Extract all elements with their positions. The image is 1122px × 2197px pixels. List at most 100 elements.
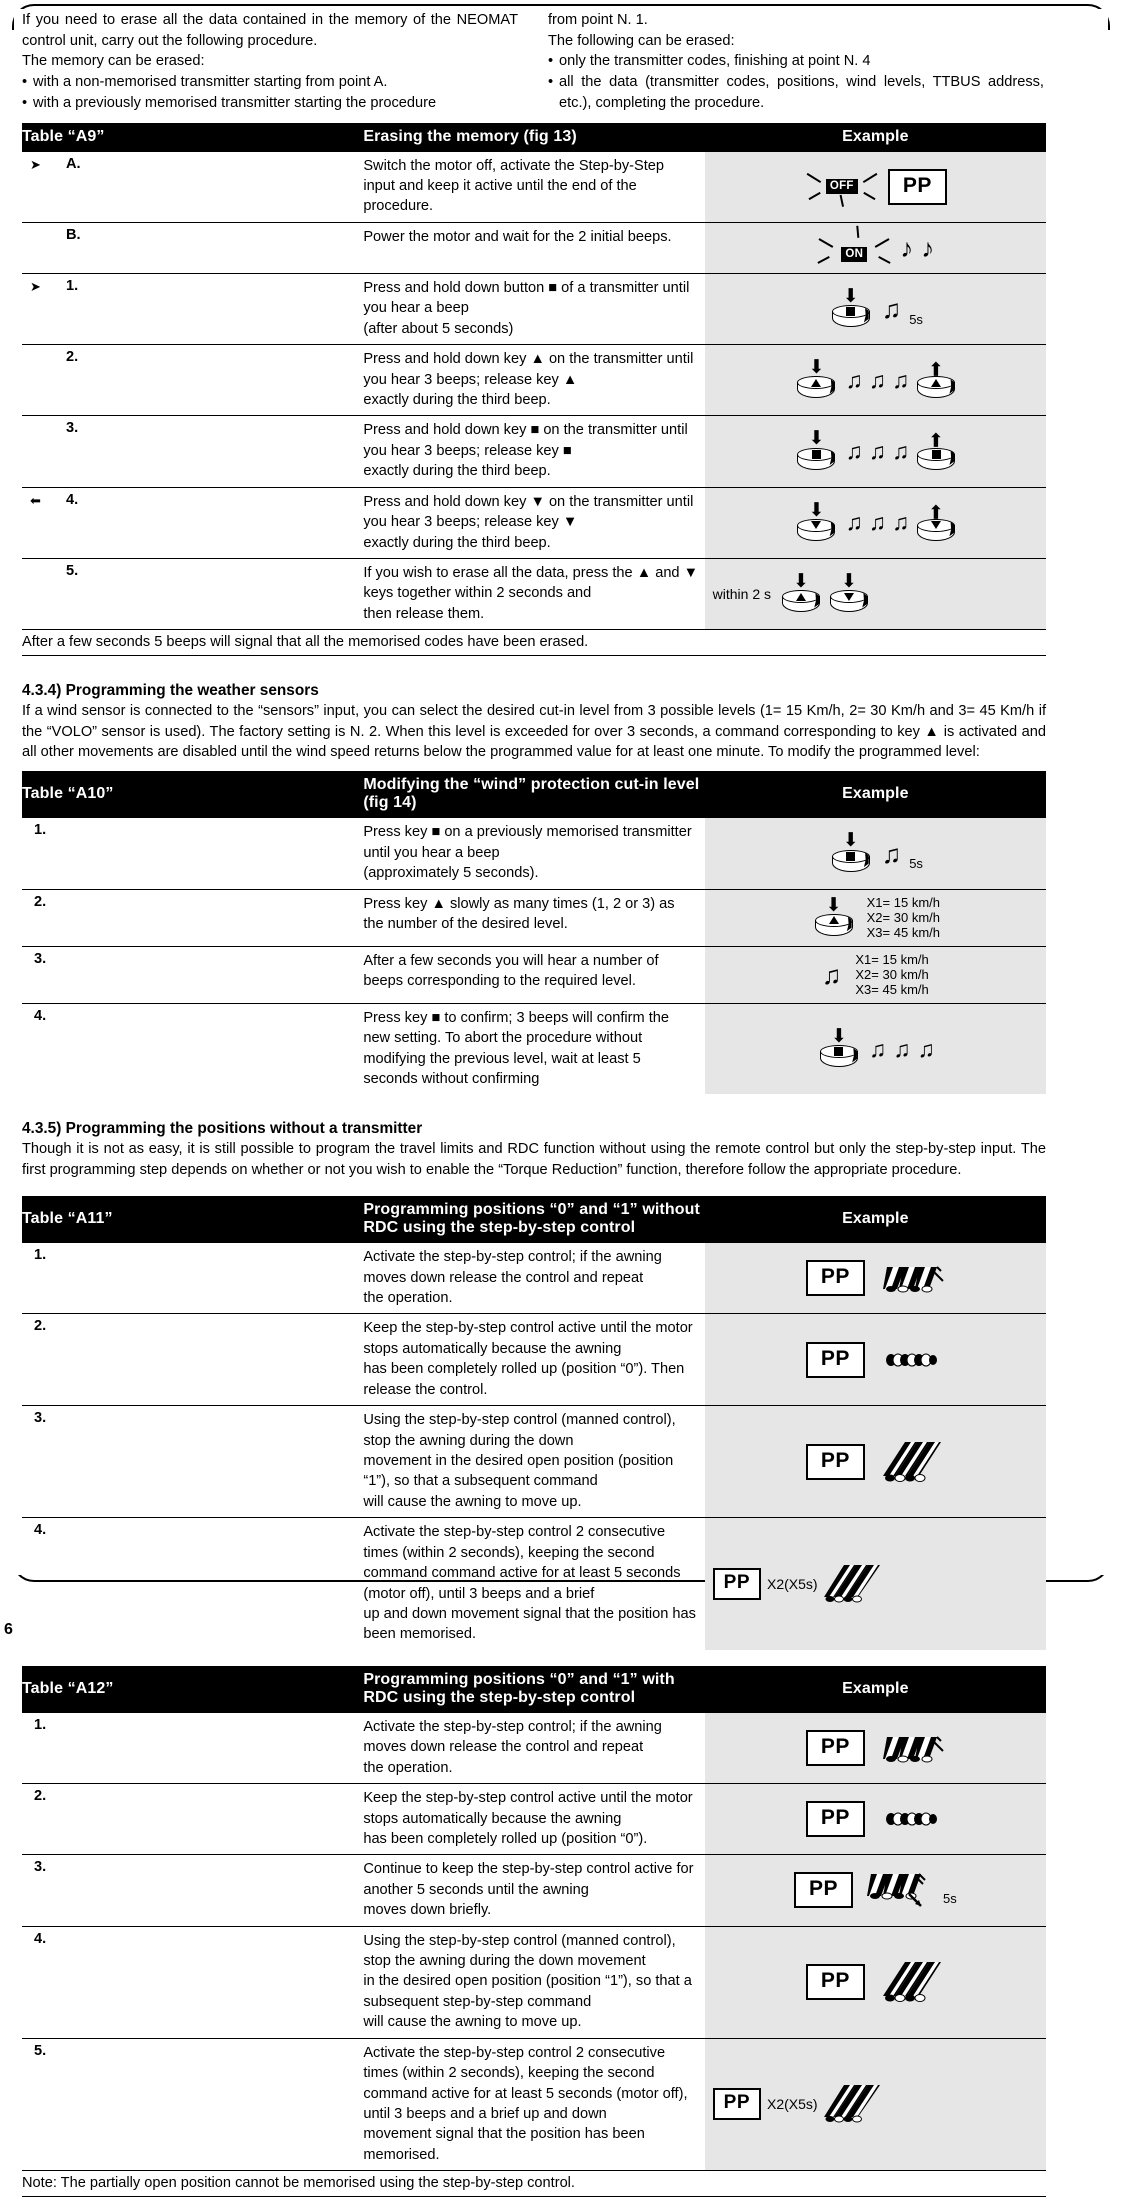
intro-left-p2: The memory can be erased: — [22, 53, 205, 70]
timing-label: 5s — [942, 1891, 957, 1907]
intro-right-bullet-2: • all the data (transmitter codes, posit… — [548, 72, 1044, 113]
row-example: ⬇ ♫ 5s — [704, 818, 1046, 890]
intro-right-bullet-1-text: only the transmitter codes, finishing at… — [559, 53, 871, 70]
row-example: ♫ X1= 15 km/h X2= 30 km/h X3= 45 km/h — [704, 945, 1046, 1004]
example-graphic-pp-awning: PP — [705, 1255, 1046, 1301]
row-description: If you wish to erase all the data, press… — [363, 557, 705, 630]
row-description-text-3: will cause the awning to move up. — [363, 2014, 582, 2031]
section-434-body: If a wind sensor is connected to the “se… — [22, 703, 1046, 761]
row-example: PP — [704, 1712, 1046, 1784]
wind-level-1: X1= 15 km/h — [855, 951, 929, 967]
press-down-arrow-icon: ⬇ — [830, 1025, 847, 1047]
row-description-text-2: the operation. — [363, 1290, 453, 1307]
lamp-off-icon: OFF — [804, 167, 880, 207]
row-description: Press key ■ to confirm; 3 beeps will con… — [363, 1002, 705, 1095]
row-number: 3. — [34, 1859, 47, 1876]
table-row: 2. Press key ▲ slowly as many times (1, … — [22, 888, 1046, 947]
lamp-state-label: OFF — [825, 179, 858, 195]
row-description-text: Press and hold down key ▲ on the transmi… — [363, 351, 694, 388]
row-number-cell: ⬅ 4. — [22, 486, 364, 559]
row-example: ⬇ X1= 15 km/h X2= 30 km/h X3= 45 km/h — [704, 888, 1046, 947]
row-description: Press and hold down key ▲ on the transmi… — [363, 344, 705, 416]
row-description-text: Using the step-by-step control (manned c… — [363, 1932, 676, 1970]
beep-note-icon: ♫ — [891, 438, 910, 465]
row-description-text-2: then release them. — [363, 605, 485, 622]
example-graphic-button-levels: ⬇ X1= 15 km/h X2= 30 km/h X3= 45 km/h — [705, 890, 1046, 946]
row-description-text: Activate the step-by-step control 2 cons… — [363, 2044, 666, 2082]
row-number: 3. — [34, 1410, 47, 1427]
release-up-arrow-icon: ⬇ — [928, 357, 945, 379]
row-number: 3. — [34, 950, 47, 967]
timing-label: 5s — [909, 311, 923, 327]
beep-note-icon: ♫ — [845, 438, 863, 465]
pp-box: PP — [805, 1341, 865, 1378]
row-description: Keep the step-by-step control active unt… — [363, 1313, 705, 1406]
table-a12-example-header: Example — [704, 1665, 1046, 1713]
row-description-text-3: up and down movement signal that the pos… — [363, 1605, 696, 1643]
wind-level-2: X2= 30 km/h — [855, 967, 929, 983]
intro-right-p2: The following can be erased: — [548, 32, 735, 49]
row-number-cell: 3. — [22, 945, 364, 1004]
table-a11: Table “A11” Programming positions “0” an… — [22, 1196, 1046, 1650]
example-graphic-lamp-beeps: ON ♪ ♪ — [705, 223, 1046, 273]
row-description-text: Keep the step-by-step control active unt… — [363, 1320, 693, 1357]
table-row: 5. If you wish to erase all the data, pr… — [22, 557, 1046, 630]
example-graphic-pp-x2-awning: PP X2(X5s) — [705, 2078, 1046, 2130]
wind-level-2: X2= 30 km/h — [866, 910, 940, 926]
row-description-text-2: the operation. — [363, 1759, 453, 1776]
table-row: 2. Keep the step-by-step control active … — [22, 1783, 1046, 1855]
table-a10-example-header: Example — [704, 771, 1046, 819]
intro-block: If you need to erase all the data contai… — [22, 10, 1046, 114]
table-row: 4. Press key ■ to confirm; 3 beeps will … — [22, 1002, 1046, 1095]
beep-note-icon: ♫ — [868, 366, 886, 393]
row-number-cell: 1. — [22, 1243, 363, 1314]
pp-box: PP — [805, 1964, 865, 2001]
table-a9-footnote: After a few seconds 5 beeps will signal … — [22, 629, 1046, 657]
manual-page: If you need to erase all the data contai… — [0, 0, 1122, 2197]
example-graphic-pp-awning: PP — [705, 1725, 1046, 1771]
row-description: Continue to keep the step-by-step contro… — [363, 1854, 705, 1927]
row-description: Using the step-by-step control (manned c… — [363, 1405, 705, 1518]
row-number-cell: 4. — [22, 1002, 364, 1095]
awning-open-with-arrows-icon — [823, 1565, 880, 1603]
release-up-arrow-icon: ⬇ — [928, 428, 945, 450]
row-number: 1. — [34, 822, 47, 839]
row-number: 4. — [66, 491, 79, 508]
row-description: Press and hold down key ■ on the transmi… — [363, 415, 705, 488]
example-graphic-beep-levels: ♫ X1= 15 km/h X2= 30 km/h X3= 45 km/h — [705, 947, 1046, 1003]
beep-note-icon: ♫ — [868, 509, 886, 536]
pp-box: PP — [712, 1568, 762, 1601]
row-description: Using the step-by-step control (manned c… — [363, 1925, 705, 2039]
table-a9-label: Table “A9” — [22, 122, 364, 152]
example-graphic-button-3beeps: ⬇ ♫ ♫ ♫ ⬇ — [705, 355, 1046, 405]
table-a10-label: Table “A10” — [22, 771, 364, 819]
row-example: PP — [704, 1243, 1046, 1314]
row-description-text-3: movement signal that the position has be… — [363, 2126, 645, 2163]
row-example: PP — [704, 1854, 1046, 1927]
row-number: 4. — [34, 1007, 47, 1024]
table-row: 2. Keep the step-by-step control active … — [22, 1313, 1046, 1406]
arrow-left-marker-icon: ⬅ — [30, 492, 41, 508]
press-down-arrow-icon: ⬇ — [842, 285, 859, 307]
row-number-cell: 2. — [22, 344, 364, 416]
round-button-down-icon — [917, 518, 956, 543]
example-graphic-button-3beeps: ⬇ ♫ ♫ ♫ ⬇ — [705, 426, 1046, 476]
round-button-down-icon — [830, 590, 869, 614]
bullet-dot-icon: • — [22, 94, 28, 111]
x2-label: X2(X5s) — [767, 2096, 818, 2113]
pp-box: PP — [805, 1443, 865, 1480]
table-row: 3. Continue to keep the step-by-step con… — [22, 1854, 1046, 1927]
row-description: Keep the step-by-step control active unt… — [363, 1783, 705, 1855]
row-number-cell: 3. — [22, 415, 364, 488]
wind-level-3: X3= 45 km/h — [855, 982, 929, 998]
table-a9-title: Erasing the memory (fig 13) — [363, 122, 705, 152]
row-example: PP X2(X5s) — [704, 2037, 1046, 2171]
table-row: 4. Activate the step-by-step control 2 c… — [22, 1517, 1046, 1650]
lamp-on-icon: ON — [816, 225, 892, 268]
row-description: Activate the step-by-step control 2 cons… — [363, 2037, 705, 2171]
row-number: 2. — [34, 1788, 47, 1805]
pp-box: PP — [805, 1260, 865, 1297]
table-a11-title: Programming positions “0” and “1” withou… — [363, 1196, 705, 1244]
wind-level-3: X3= 45 km/h — [866, 925, 940, 941]
press-down-arrow-icon: ⬇ — [808, 428, 825, 450]
